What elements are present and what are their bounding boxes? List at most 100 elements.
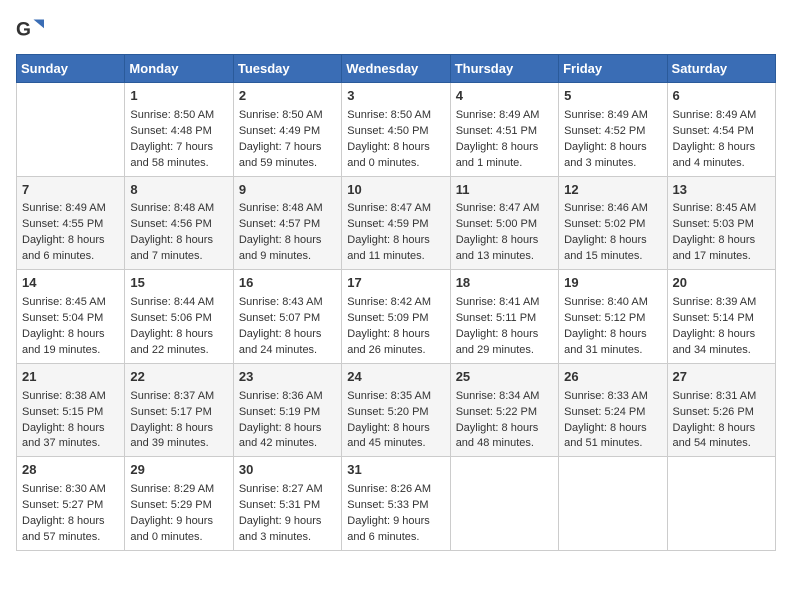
- cell-content: Sunrise: 8:48 AM Sunset: 4:57 PM Dayligh…: [239, 201, 336, 265]
- day-number: 8: [130, 181, 227, 200]
- calendar-cell: 17 Sunrise: 8:42 AM Sunset: 5:09 PM Dayli…: [342, 270, 450, 364]
- day-number: 12: [564, 181, 661, 200]
- day-number: 16: [239, 274, 336, 293]
- day-number: 20: [673, 274, 770, 293]
- calendar-cell: 19 Sunrise: 8:40 AM Sunset: 5:12 PM Dayli…: [559, 270, 667, 364]
- calendar-body: 1 Sunrise: 8:50 AM Sunset: 4:48 PM Daylig…: [17, 83, 776, 551]
- cell-content: Sunrise: 8:29 AM Sunset: 5:29 PM Dayligh…: [130, 482, 227, 546]
- cell-content: Sunrise: 8:37 AM Sunset: 5:17 PM Dayligh…: [130, 389, 227, 453]
- day-number: 6: [673, 87, 770, 106]
- day-number: 28: [22, 461, 119, 480]
- calendar-cell: 2Sunrise: 8:50 AM Sunset: 4:49 PM Daylig…: [233, 83, 341, 177]
- day-number: 27: [673, 368, 770, 387]
- cell-content: Sunrise: 8:46 AM Sunset: 5:02 PM Dayligh…: [564, 201, 661, 265]
- cell-content: Sunrise: 8:47 AM Sunset: 4:59 PM Dayligh…: [347, 201, 444, 265]
- weekday-header-monday: Monday: [125, 55, 233, 83]
- calendar-cell: 28 Sunrise: 8:30 AM Sunset: 5:27 PM Dayli…: [17, 457, 125, 551]
- calendar-cell: 26 Sunrise: 8:33 AM Sunset: 5:24 PM Dayli…: [559, 363, 667, 457]
- day-number: 14: [22, 274, 119, 293]
- cell-content: Sunrise: 8:49 AM Sunset: 4:54 PM Dayligh…: [673, 108, 770, 172]
- calendar-cell: 25Sunrise: 8:34 AM Sunset: 5:22 PM Dayli…: [450, 363, 558, 457]
- calendar-cell: 11Sunrise: 8:47 AM Sunset: 5:00 PM Dayli…: [450, 176, 558, 270]
- calendar-cell: 18 Sunrise: 8:41 AM Sunset: 5:11 PM Dayli…: [450, 270, 558, 364]
- cell-content: Sunrise: 8:36 AM Sunset: 5:19 PM Dayligh…: [239, 389, 336, 453]
- weekday-header-row: SundayMondayTuesdayWednesdayThursdayFrid…: [17, 55, 776, 83]
- cell-content: Sunrise: 8:40 AM Sunset: 5:12 PM Dayligh…: [564, 295, 661, 359]
- calendar-cell: 30 Sunrise: 8:27 AM Sunset: 5:31 PM Dayli…: [233, 457, 341, 551]
- calendar-cell: 1 Sunrise: 8:50 AM Sunset: 4:48 PM Daylig…: [125, 83, 233, 177]
- calendar-cell: 5 Sunrise: 8:49 AM Sunset: 4:52 PM Daylig…: [559, 83, 667, 177]
- calendar-cell: [17, 83, 125, 177]
- day-number: 1: [130, 87, 227, 106]
- cell-content: Sunrise: 8:50 AM Sunset: 4:49 PM Dayligh…: [239, 108, 336, 172]
- day-number: 22: [130, 368, 227, 387]
- week-row-4: 21 Sunrise: 8:38 AM Sunset: 5:15 PM Dayli…: [17, 363, 776, 457]
- calendar-cell: 27 Sunrise: 8:31 AM Sunset: 5:26 PM Dayli…: [667, 363, 775, 457]
- calendar-cell: 14 Sunrise: 8:45 AM Sunset: 5:04 PM Dayli…: [17, 270, 125, 364]
- cell-content: Sunrise: 8:35 AM Sunset: 5:20 PM Dayligh…: [347, 389, 444, 453]
- day-number: 30: [239, 461, 336, 480]
- calendar-cell: 9Sunrise: 8:48 AM Sunset: 4:57 PM Daylig…: [233, 176, 341, 270]
- week-row-1: 1 Sunrise: 8:50 AM Sunset: 4:48 PM Daylig…: [17, 83, 776, 177]
- weekday-header-sunday: Sunday: [17, 55, 125, 83]
- header: G: [16, 16, 776, 44]
- calendar-cell: 7Sunrise: 8:49 AM Sunset: 4:55 PM Daylig…: [17, 176, 125, 270]
- day-number: 7: [22, 181, 119, 200]
- cell-content: Sunrise: 8:41 AM Sunset: 5:11 PM Dayligh…: [456, 295, 553, 359]
- cell-content: Sunrise: 8:43 AM Sunset: 5:07 PM Dayligh…: [239, 295, 336, 359]
- logo: G: [16, 16, 48, 44]
- day-number: 24: [347, 368, 444, 387]
- svg-text:G: G: [16, 19, 31, 40]
- day-number: 29: [130, 461, 227, 480]
- cell-content: Sunrise: 8:49 AM Sunset: 4:51 PM Dayligh…: [456, 108, 553, 172]
- day-number: 5: [564, 87, 661, 106]
- cell-content: Sunrise: 8:42 AM Sunset: 5:09 PM Dayligh…: [347, 295, 444, 359]
- day-number: 17: [347, 274, 444, 293]
- calendar-cell: 29 Sunrise: 8:29 AM Sunset: 5:29 PM Dayli…: [125, 457, 233, 551]
- calendar-cell: 3Sunrise: 8:50 AM Sunset: 4:50 PM Daylig…: [342, 83, 450, 177]
- calendar-cell: [559, 457, 667, 551]
- cell-content: Sunrise: 8:30 AM Sunset: 5:27 PM Dayligh…: [22, 482, 119, 546]
- weekday-header-tuesday: Tuesday: [233, 55, 341, 83]
- cell-content: Sunrise: 8:31 AM Sunset: 5:26 PM Dayligh…: [673, 389, 770, 453]
- cell-content: Sunrise: 8:44 AM Sunset: 5:06 PM Dayligh…: [130, 295, 227, 359]
- cell-content: Sunrise: 8:45 AM Sunset: 5:04 PM Dayligh…: [22, 295, 119, 359]
- day-number: 31: [347, 461, 444, 480]
- calendar-cell: 12Sunrise: 8:46 AM Sunset: 5:02 PM Dayli…: [559, 176, 667, 270]
- weekday-header-friday: Friday: [559, 55, 667, 83]
- week-row-5: 28 Sunrise: 8:30 AM Sunset: 5:27 PM Dayli…: [17, 457, 776, 551]
- week-row-3: 14 Sunrise: 8:45 AM Sunset: 5:04 PM Dayli…: [17, 270, 776, 364]
- logo-icon: G: [16, 16, 44, 44]
- calendar-cell: 15 Sunrise: 8:44 AM Sunset: 5:06 PM Dayli…: [125, 270, 233, 364]
- calendar-cell: 22 Sunrise: 8:37 AM Sunset: 5:17 PM Dayli…: [125, 363, 233, 457]
- cell-content: Sunrise: 8:50 AM Sunset: 4:50 PM Dayligh…: [347, 108, 444, 172]
- calendar-cell: 20Sunrise: 8:39 AM Sunset: 5:14 PM Dayli…: [667, 270, 775, 364]
- day-number: 18: [456, 274, 553, 293]
- cell-content: Sunrise: 8:49 AM Sunset: 4:52 PM Dayligh…: [564, 108, 661, 172]
- calendar-cell: [667, 457, 775, 551]
- day-number: 9: [239, 181, 336, 200]
- cell-content: Sunrise: 8:47 AM Sunset: 5:00 PM Dayligh…: [456, 201, 553, 265]
- day-number: 25: [456, 368, 553, 387]
- calendar-table: SundayMondayTuesdayWednesdayThursdayFrid…: [16, 54, 776, 551]
- day-number: 19: [564, 274, 661, 293]
- calendar-cell: [450, 457, 558, 551]
- day-number: 4: [456, 87, 553, 106]
- cell-content: Sunrise: 8:27 AM Sunset: 5:31 PM Dayligh…: [239, 482, 336, 546]
- cell-content: Sunrise: 8:38 AM Sunset: 5:15 PM Dayligh…: [22, 389, 119, 453]
- weekday-header-saturday: Saturday: [667, 55, 775, 83]
- calendar-cell: 4 Sunrise: 8:49 AM Sunset: 4:51 PM Daylig…: [450, 83, 558, 177]
- day-number: 10: [347, 181, 444, 200]
- cell-content: Sunrise: 8:33 AM Sunset: 5:24 PM Dayligh…: [564, 389, 661, 453]
- day-number: 23: [239, 368, 336, 387]
- calendar-cell: 13Sunrise: 8:45 AM Sunset: 5:03 PM Dayli…: [667, 176, 775, 270]
- cell-content: Sunrise: 8:50 AM Sunset: 4:48 PM Dayligh…: [130, 108, 227, 172]
- day-number: 11: [456, 181, 553, 200]
- weekday-header-wednesday: Wednesday: [342, 55, 450, 83]
- cell-content: Sunrise: 8:48 AM Sunset: 4:56 PM Dayligh…: [130, 201, 227, 265]
- day-number: 21: [22, 368, 119, 387]
- day-number: 26: [564, 368, 661, 387]
- day-number: 15: [130, 274, 227, 293]
- cell-content: Sunrise: 8:45 AM Sunset: 5:03 PM Dayligh…: [673, 201, 770, 265]
- calendar-cell: 16 Sunrise: 8:43 AM Sunset: 5:07 PM Dayli…: [233, 270, 341, 364]
